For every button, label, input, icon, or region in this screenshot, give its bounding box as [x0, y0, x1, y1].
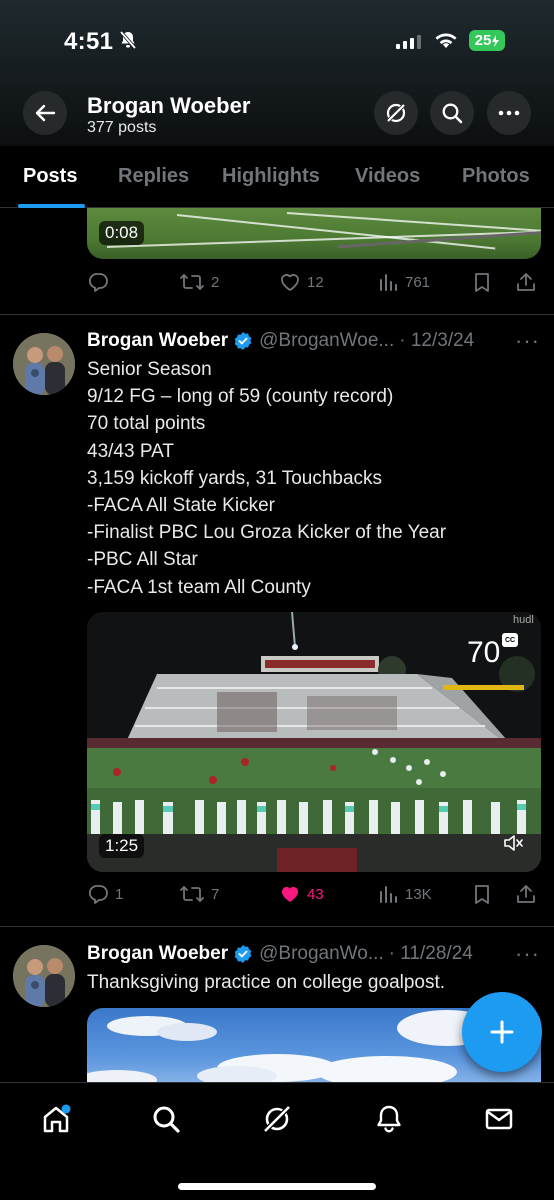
- nav-search[interactable]: [150, 1103, 182, 1140]
- heart-icon: [281, 274, 299, 291]
- author-name[interactable]: Brogan Woeber: [87, 330, 228, 352]
- video-duration: 1:25: [99, 834, 145, 858]
- post-header: Brogan Woeber @BroganWoe... · 12/3/24: [87, 330, 474, 352]
- closed-captions-badge[interactable]: CC: [502, 633, 518, 647]
- share-button[interactable]: [515, 271, 537, 293]
- grok-button[interactable]: [374, 91, 418, 135]
- status-time: 4:51: [64, 28, 114, 55]
- grok-icon: [385, 102, 407, 124]
- cellular-signal-icon: [396, 33, 421, 49]
- active-tab-indicator: [18, 204, 85, 208]
- profile-tabs: Posts Replies Highlights Videos Photos: [0, 146, 554, 208]
- reply-button[interactable]: 1: [87, 883, 123, 905]
- battery-level: 25: [474, 32, 492, 49]
- like-count: 12: [307, 273, 324, 291]
- tab-posts[interactable]: Posts: [23, 165, 77, 188]
- post-count: 377 posts: [87, 119, 157, 136]
- search-icon: [153, 1106, 180, 1133]
- plus-icon: [490, 1020, 514, 1044]
- avatar[interactable]: [13, 945, 75, 1007]
- home-icon: [43, 1104, 71, 1133]
- charging-bolt-icon: [492, 34, 500, 47]
- home-indicator: [178, 1183, 376, 1190]
- post-text: Thanksgiving practice on college goalpos…: [87, 972, 446, 993]
- more-icon: [498, 110, 520, 116]
- share-button[interactable]: [515, 883, 537, 905]
- post-header: Brogan Woeber @BroganWo... · 11/28/24: [87, 943, 473, 965]
- repost-button[interactable]: 7: [179, 883, 219, 905]
- repost-icon: [180, 886, 204, 902]
- views-button[interactable]: 761: [377, 271, 430, 293]
- like-count: 43: [307, 885, 324, 903]
- author-handle[interactable]: @BroganWoe...: [259, 330, 394, 352]
- verified-badge-icon: [234, 332, 252, 350]
- scoreboard-number: 70: [467, 636, 501, 669]
- bookmark-icon: [475, 273, 489, 292]
- compose-post-button[interactable]: [462, 992, 542, 1072]
- share-icon: [517, 885, 535, 903]
- post-actions: 2 12 761: [87, 271, 541, 301]
- search-icon: [442, 103, 463, 124]
- back-button[interactable]: [23, 91, 67, 135]
- view-count: 13K: [405, 885, 432, 903]
- post-text: Senior Season 9/12 FG – long of 59 (coun…: [87, 359, 447, 598]
- bookmark-button[interactable]: [472, 883, 492, 905]
- post-actions: 1 7 43 13K: [87, 883, 541, 913]
- video-duration: 0:08: [99, 221, 145, 245]
- nav-home[interactable]: [40, 1103, 72, 1140]
- share-icon: [517, 273, 535, 291]
- author-name[interactable]: Brogan Woeber: [87, 943, 228, 965]
- author-handle[interactable]: @BroganWo...: [259, 943, 384, 965]
- post-more-icon[interactable]: ···: [515, 328, 540, 354]
- verified-badge-icon: [234, 945, 252, 963]
- like-button[interactable]: 43: [279, 883, 324, 905]
- nav-notifications[interactable]: [373, 1103, 405, 1140]
- view-count: 761: [405, 273, 431, 291]
- post-date: · 11/28/24: [388, 943, 473, 964]
- repost-count: 2: [211, 273, 220, 291]
- tab-replies[interactable]: Replies: [118, 165, 189, 188]
- profile-name: Brogan Woeber: [87, 93, 251, 118]
- arrow-left-icon: [35, 104, 56, 122]
- repost-icon: [180, 274, 204, 290]
- profile-header: Brogan Woeber 377 posts: [0, 80, 554, 146]
- heart-icon: [281, 886, 299, 902]
- post-more-icon[interactable]: ···: [515, 941, 540, 967]
- post-divider: [0, 314, 554, 315]
- mute-icon[interactable]: [502, 832, 524, 854]
- views-button[interactable]: 13K: [377, 883, 432, 905]
- reply-icon: [88, 273, 108, 292]
- status-bar: 4:51 25: [0, 0, 554, 80]
- tab-videos[interactable]: Videos: [355, 165, 420, 188]
- repost-count: 7: [211, 885, 220, 903]
- tab-photos[interactable]: Photos: [462, 165, 530, 188]
- reply-count: 1: [115, 885, 124, 903]
- reply-icon: [88, 885, 108, 904]
- wifi-icon: [435, 33, 457, 48]
- more-button[interactable]: [487, 91, 531, 135]
- post-date: · 12/3/24: [399, 330, 475, 351]
- bookmark-button[interactable]: [472, 271, 492, 293]
- like-button[interactable]: 12: [279, 271, 324, 293]
- silent-bell-icon: [119, 30, 137, 50]
- bookmark-icon: [475, 885, 489, 904]
- watermark: hudl: [513, 614, 534, 626]
- avatar[interactable]: [13, 333, 75, 395]
- tab-highlights[interactable]: Highlights: [222, 165, 320, 188]
- nav-messages[interactable]: [483, 1103, 515, 1140]
- repost-button[interactable]: 2: [179, 271, 219, 293]
- post-divider: [0, 926, 554, 927]
- nav-grok[interactable]: [261, 1103, 293, 1140]
- battery-indicator: 25: [469, 30, 505, 51]
- video-player[interactable]: 70 CC hudl 1:25: [87, 612, 541, 872]
- bell-icon: [377, 1105, 401, 1133]
- video-thumbnail[interactable]: 0:08: [87, 208, 541, 259]
- reply-button[interactable]: [87, 271, 109, 293]
- views-icon: [380, 274, 397, 291]
- views-icon: [380, 886, 397, 903]
- grok-icon: [262, 1104, 292, 1134]
- mail-icon: [485, 1108, 513, 1130]
- search-button[interactable]: [430, 91, 474, 135]
